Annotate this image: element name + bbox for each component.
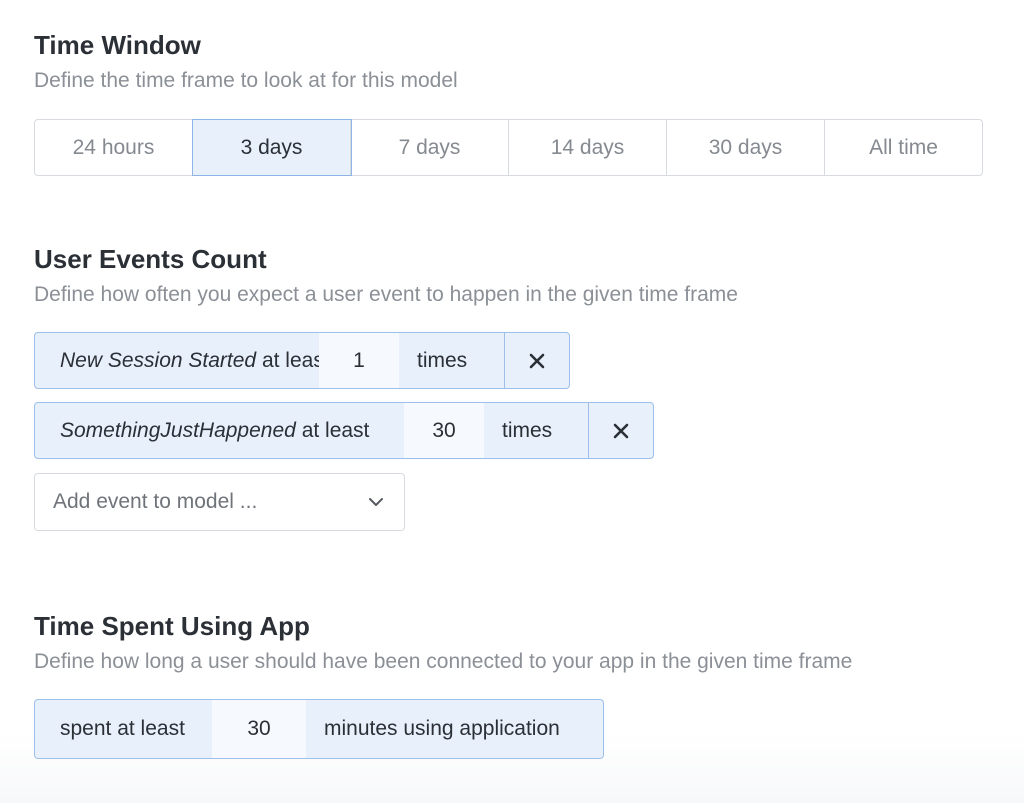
time-option-24-hours[interactable]: 24 hours	[35, 120, 193, 175]
time-window-title: Time Window	[34, 30, 201, 60]
remove-event-button[interactable]	[504, 333, 569, 388]
time-window-section: Time Window Define the time frame to loo…	[34, 30, 458, 94]
event-row: New Session Started at least 1 times	[34, 332, 570, 389]
time-spent-description: Define how long a user should have been …	[34, 650, 853, 673]
event-unit: times	[502, 418, 553, 442]
event-qualifier: at least	[301, 418, 370, 442]
time-spent-minutes-input[interactable]: 30	[212, 700, 306, 758]
event-name: New Session Started	[60, 348, 257, 372]
event-label: New Session Started at least	[35, 333, 330, 388]
event-name: SomethingJustHappened	[60, 418, 296, 442]
user-events-title: User Events Count	[34, 244, 267, 274]
time-spent-row: spent at least 30 minutes using applicat…	[34, 699, 604, 759]
event-count-input[interactable]: 1	[319, 333, 399, 388]
time-spent-prefix: spent at least	[60, 717, 185, 740]
add-event-dropdown[interactable]: Add event to model ...	[34, 473, 405, 531]
add-event-placeholder: Add event to model ...	[53, 490, 258, 513]
time-spent-title: Time Spent Using App	[34, 611, 310, 641]
time-spent-section: Time Spent Using App Define how long a u…	[34, 611, 852, 675]
event-count-input[interactable]: 30	[404, 403, 484, 458]
event-row: SomethingJustHappened at least 30 times	[34, 402, 654, 459]
close-icon	[529, 353, 545, 368]
event-unit: times	[417, 348, 468, 372]
time-window-selector: 24 hours 3 days 7 days 14 days 30 days A…	[34, 119, 983, 176]
user-events-section: User Events Count Define how often you e…	[34, 244, 738, 308]
time-spent-suffix: minutes using application	[324, 717, 560, 740]
time-option-30-days[interactable]: 30 days	[667, 120, 825, 175]
time-window-description: Define the time frame to look at for thi…	[34, 69, 458, 92]
time-option-3-days[interactable]: 3 days	[192, 119, 352, 176]
close-icon	[613, 423, 629, 438]
event-label: SomethingJustHappened at least	[35, 403, 404, 458]
chevron-down-icon	[369, 498, 383, 506]
time-option-all-time[interactable]: All time	[825, 120, 982, 175]
time-option-7-days[interactable]: 7 days	[351, 120, 509, 175]
user-events-description: Define how often you expect a user event…	[34, 283, 738, 306]
remove-event-button[interactable]	[588, 403, 653, 458]
time-option-14-days[interactable]: 14 days	[509, 120, 667, 175]
